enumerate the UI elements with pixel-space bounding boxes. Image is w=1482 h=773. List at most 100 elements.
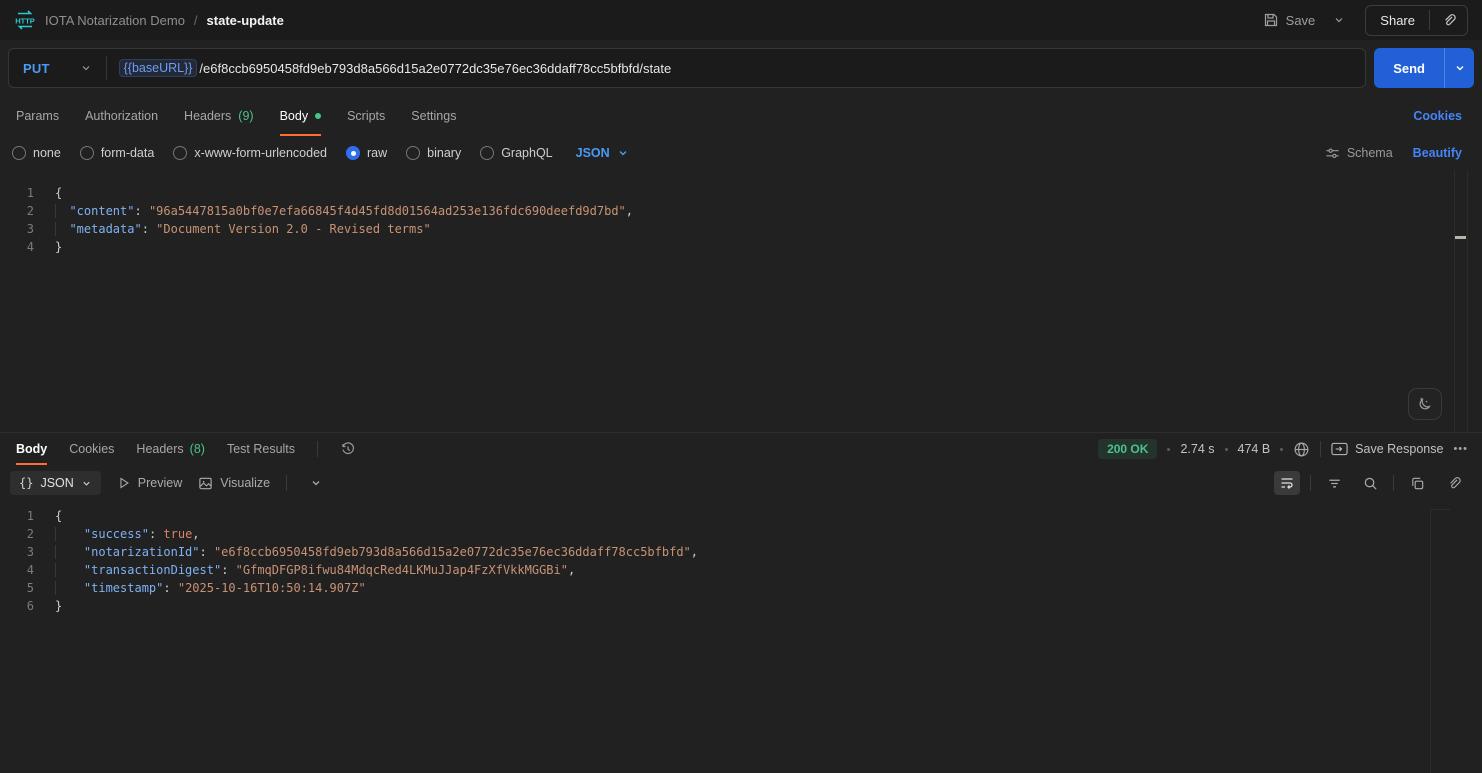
copy-button[interactable] (1404, 471, 1430, 495)
radio-binary[interactable]: binary (406, 146, 461, 160)
response-body-editor[interactable]: 1{2 "success": true, 3 "notarizationId": … (0, 501, 1482, 773)
radio-circle (480, 146, 495, 160)
request-body-editor[interactable]: 1{2 "content": "96a5447815a0bf0e7efa6684… (0, 170, 1482, 432)
code-line[interactable]: 4 "transactionDigest": "GfmqDFGP8ifwu84M… (0, 561, 1482, 579)
paperclip-icon (1449, 476, 1461, 488)
divider (286, 475, 288, 491)
line-number: 6 (26, 599, 34, 613)
response-tab-cookies[interactable]: Cookies (69, 433, 114, 465)
wrap-text-button[interactable] (1274, 471, 1300, 495)
url-input[interactable]: {{baseURL}} /e6f8ccb6950458fd9eb793d8a56… (107, 59, 1366, 77)
visualize-button[interactable]: Visualize (198, 476, 270, 491)
schema-button[interactable]: Schema (1325, 146, 1393, 161)
preview-button[interactable]: Preview (117, 476, 182, 490)
tab-body[interactable]: Body (279, 96, 322, 136)
radio-circle-checked (346, 146, 360, 160)
tab-scripts[interactable]: Scripts (347, 96, 385, 136)
response-headers-count: (8) (189, 442, 205, 456)
play-icon (120, 477, 129, 489)
response-size[interactable]: 474 B (1238, 442, 1271, 456)
save-response-button[interactable]: Save Response (1331, 442, 1443, 456)
radio-raw[interactable]: raw (346, 146, 387, 160)
response-header: Body Cookies Headers (8) Test Results 20… (0, 433, 1482, 465)
view-options-chevron[interactable] (303, 471, 329, 495)
code-line[interactable]: 2 "content": "96a5447815a0bf0e7efa66845f… (0, 202, 1482, 220)
headers-count: (9) (238, 109, 254, 123)
dot-separator (1280, 447, 1284, 451)
code-line[interactable]: 4} (0, 238, 1482, 256)
save-options-button[interactable] (1327, 8, 1351, 32)
topbar: HTTP IOTA Notarization Demo / state-upda… (0, 0, 1482, 40)
code-line[interactable]: 3 "notarizationId": "e6f8ccb6950458fd9eb… (0, 543, 1482, 561)
share-button[interactable]: Share (1366, 6, 1429, 35)
tab-params[interactable]: Params (16, 96, 59, 136)
base-url-variable[interactable]: {{baseURL}} (118, 59, 198, 77)
response-toolbar: {} JSON Preview Visualize (0, 465, 1482, 501)
svg-text:HTTP: HTTP (15, 17, 35, 26)
radio-x-www-form-urlencoded[interactable]: x-www-form-urlencoded (173, 146, 327, 160)
language-selector[interactable]: JSON (576, 146, 629, 160)
response-view-controls: {} JSON Preview Visualize (10, 471, 329, 495)
tab-authorization[interactable]: Authorization (85, 96, 158, 136)
editor-overview-mark (1455, 236, 1466, 239)
response-tab-test-results[interactable]: Test Results (227, 433, 295, 465)
response-link-button[interactable] (1440, 471, 1466, 495)
save-response-icon (1331, 442, 1348, 456)
filter-button[interactable] (1321, 471, 1347, 495)
radio-graphql[interactable]: GraphQL (480, 146, 553, 160)
response-format-selector[interactable]: {} JSON (10, 471, 101, 495)
method-selector[interactable]: PUT (9, 61, 106, 76)
network-globe-icon[interactable] (1293, 441, 1310, 458)
body-type-right-actions: Schema Beautify (1325, 146, 1462, 161)
radio-circle (12, 146, 26, 160)
chevron-down-icon (619, 151, 627, 156)
response-tab-body[interactable]: Body (16, 433, 48, 465)
beautify-button[interactable]: Beautify (1413, 146, 1462, 160)
chevron-down-icon (83, 481, 90, 486)
response-time[interactable]: 2.74 s (1180, 442, 1214, 456)
url-path: /e6f8ccb6950458fd9eb793d8a566d15a2e0772d… (199, 60, 672, 76)
body-modified-dot (315, 113, 322, 119)
postbot-button[interactable] (1408, 388, 1442, 420)
line-number: 2 (26, 527, 34, 541)
filter-icon (1328, 479, 1340, 487)
copy-link-icon[interactable] (1430, 6, 1467, 35)
radio-circle (406, 146, 421, 160)
line-number: 3 (26, 222, 34, 236)
editor-scrollbar[interactable] (1454, 170, 1468, 432)
divider (1310, 475, 1311, 491)
braces-icon: {} (19, 476, 34, 490)
code-line[interactable]: 6} (0, 597, 1482, 615)
line-number: 5 (26, 581, 34, 595)
breadcrumb-request-name[interactable]: state-update (207, 13, 284, 28)
tab-headers[interactable]: Headers (9) (184, 96, 254, 136)
status-badge[interactable]: 200 OK (1098, 439, 1158, 459)
line-number: 3 (26, 545, 34, 559)
cookies-link[interactable]: Cookies (1413, 109, 1462, 123)
more-options-icon[interactable]: ••• (1453, 443, 1468, 455)
response-tab-headers[interactable]: Headers (8) (136, 433, 205, 465)
code-line[interactable]: 1{ (0, 507, 1482, 525)
share-button-group: Share (1365, 4, 1468, 36)
radio-form-data[interactable]: form-data (79, 146, 154, 160)
request-tabs: Params Authorization Headers (9) Body Sc… (16, 96, 456, 136)
breadcrumb-separator: / (193, 12, 198, 28)
radio-none[interactable]: none (12, 146, 61, 160)
code-line[interactable]: 5 "timestamp": "2025-10-16T10:50:14.907Z… (0, 579, 1482, 597)
breadcrumb-collection[interactable]: IOTA Notarization Demo (45, 13, 185, 28)
http-request-icon: HTTP (14, 9, 36, 31)
send-options-button[interactable] (1444, 48, 1474, 88)
divider (1393, 475, 1394, 491)
code-line[interactable]: 1{ (0, 184, 1482, 202)
response-history-icon[interactable] (340, 441, 356, 457)
save-button-label: Save (1285, 12, 1316, 28)
body-type-options: none form-data x-www-form-urlencoded raw… (12, 146, 629, 160)
code-line[interactable]: 3 "metadata": "Document Version 2.0 - Re… (0, 220, 1482, 238)
save-button[interactable]: Save (1255, 6, 1324, 34)
tab-settings[interactable]: Settings (411, 96, 456, 136)
search-button[interactable] (1357, 471, 1383, 495)
divider (1320, 441, 1322, 457)
response-tools-right (1274, 471, 1466, 495)
send-button[interactable]: Send (1374, 48, 1444, 88)
code-line[interactable]: 2 "success": true, (0, 525, 1482, 543)
